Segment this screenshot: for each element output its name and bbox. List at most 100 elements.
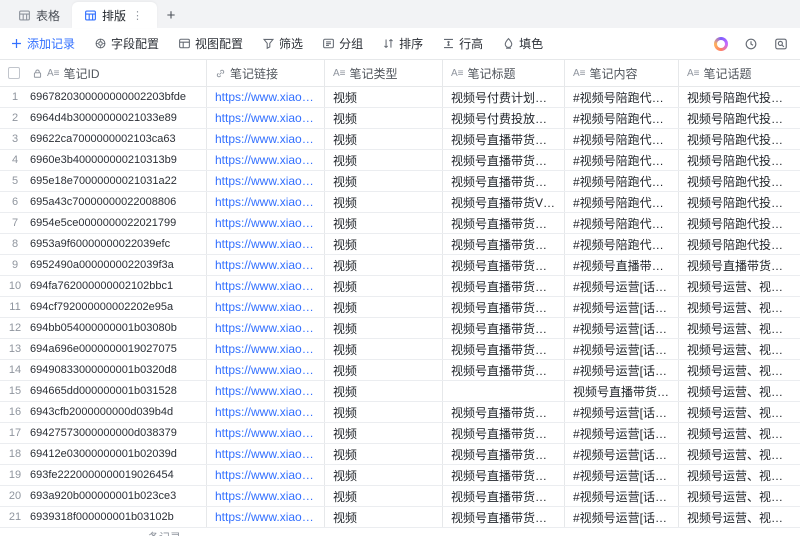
cell-note-link[interactable]: https://www.xiaohongs... — [207, 465, 325, 485]
cell-note-id[interactable]: 7 6954e5ce0000000022021799 — [0, 213, 207, 233]
cell-note-id[interactable]: 19 693fe2220000000019026454 — [0, 465, 207, 485]
cell-note-type[interactable]: 视频 — [325, 171, 443, 191]
cell-note-content[interactable]: #视频号陪跑代投[话题]... — [565, 108, 679, 128]
cell-note-link[interactable]: https://www.xiaohongs... — [207, 276, 325, 296]
column-header-note-id[interactable]: A≡ 笔记ID — [0, 60, 207, 86]
cell-note-type[interactable]: 视频 — [325, 465, 443, 485]
cell-note-title[interactable]: 视频号直播带货老号重... — [443, 507, 565, 527]
cell-note-topic[interactable]: 视频号陪跑代投、视频... — [679, 129, 800, 149]
cell-note-title[interactable]: 视频号直播带货微憋单... — [443, 339, 565, 359]
cell-note-content[interactable]: #视频号运营[话题]# #... — [565, 402, 679, 422]
cell-note-type[interactable]: 视频 — [325, 192, 443, 212]
cell-note-type[interactable]: 视频 — [325, 234, 443, 254]
cell-note-title[interactable]: 视频号直播带货评分很... — [443, 150, 565, 170]
cell-note-id[interactable]: 6 695a43c70000000022008806 — [0, 192, 207, 212]
cell-note-content[interactable]: #视频号直播带货[话题]... — [565, 255, 679, 275]
cell-note-content[interactable]: #视频号运营[话题]# #... — [565, 465, 679, 485]
cell-note-link[interactable]: https://www.xiaohongs... — [207, 150, 325, 170]
cell-note-type[interactable]: 视频 — [325, 318, 443, 338]
cell-note-topic[interactable]: 视频号运营、视频号直... — [679, 507, 800, 527]
cell-note-topic[interactable]: 视频号运营、视频号直... — [679, 360, 800, 380]
cell-note-id[interactable]: 4 6960e3b400000000210313b9 — [0, 150, 207, 170]
cell-note-id[interactable]: 10 694fa762000000002102bbc1 — [0, 276, 207, 296]
cell-note-id[interactable]: 14 69490833000000001b0320d8 — [0, 360, 207, 380]
cell-note-title[interactable]: 视频号直播带货低客单... — [443, 234, 565, 254]
cell-note-id[interactable]: 8 6953a9f60000000022039efc — [0, 234, 207, 254]
column-header-note-title[interactable]: A≡ 笔记标题 — [443, 60, 565, 86]
cell-note-title[interactable]: 视频号直播带货个位数... — [443, 360, 565, 380]
cell-note-topic[interactable]: 视频号运营、视频号直... — [679, 465, 800, 485]
cell-note-type[interactable]: 视频 — [325, 150, 443, 170]
cell-note-topic[interactable]: 视频号运营、视频号直... — [679, 276, 800, 296]
cell-note-link[interactable]: https://www.xiaohongs... — [207, 423, 325, 443]
cell-note-content[interactable]: #视频号运营[话题]# #... — [565, 339, 679, 359]
cell-note-type[interactable]: 视频 — [325, 507, 443, 527]
cell-note-topic[interactable]: 视频号运营、视频号直... — [679, 381, 800, 401]
select-all-checkbox[interactable] — [8, 67, 20, 79]
cell-note-id[interactable]: 9 6952490a0000000022039f3a — [0, 255, 207, 275]
ai-assistant-icon[interactable] — [714, 36, 728, 51]
cell-note-title[interactable]: 视频号直播带货憋单和... — [443, 486, 565, 506]
fill-color-button[interactable]: 填色 — [502, 35, 543, 52]
cell-note-title[interactable]: 视频号直播带货直播间... — [443, 318, 565, 338]
cell-note-title[interactable]: 视频号付费计划测出价 — [443, 87, 565, 107]
cell-note-topic[interactable]: 视频号运营、视频号直... — [679, 339, 800, 359]
cell-note-title[interactable]: 视频号直播带货付费不... — [443, 213, 565, 233]
cell-note-content[interactable]: #视频号陪跑代投[话题]... — [565, 129, 679, 149]
cell-note-id[interactable]: 16 6943cfb2000000000d039b4d — [0, 402, 207, 422]
cell-note-title[interactable]: 视频号直播带货起号如... — [443, 423, 565, 443]
cell-note-id[interactable]: 2 6964d4b30000000021033e89 — [0, 108, 207, 128]
cell-note-topic[interactable]: 视频号直播带货、视频... — [679, 255, 800, 275]
cell-note-link[interactable]: https://www.xiaohongs... — [207, 360, 325, 380]
cell-note-title[interactable]: 视频号直播带货付费撬... — [443, 297, 565, 317]
cell-note-link[interactable]: https://www.xiaohongs... — [207, 444, 325, 464]
tab-table[interactable]: 表格 — [6, 2, 72, 28]
cell-note-content[interactable]: #视频号运营[话题]# #... — [565, 276, 679, 296]
cell-note-type[interactable]: 视频 — [325, 255, 443, 275]
tab-layout[interactable]: 排版 ⋮ — [72, 2, 158, 28]
cell-note-title[interactable]: 视频号直播带货憋单憋... — [443, 402, 565, 422]
sort-button[interactable]: 排序 — [382, 35, 423, 52]
cell-note-title[interactable]: 视频号直播带货如何快... — [443, 444, 565, 464]
cell-note-topic[interactable]: 视频号陪跑代投、视频... — [679, 171, 800, 191]
cell-note-link[interactable]: https://www.xiaohongs... — [207, 255, 325, 275]
cell-note-id[interactable]: 13 694a696e0000000019027075 — [0, 339, 207, 359]
cell-note-type[interactable]: 视频 — [325, 339, 443, 359]
group-button[interactable]: 分组 — [322, 35, 363, 52]
cell-note-link[interactable]: https://www.xiaohongs... — [207, 129, 325, 149]
cell-note-link[interactable]: https://www.xiaohongs... — [207, 192, 325, 212]
field-config-button[interactable]: 字段配置 — [94, 35, 159, 52]
view-config-button[interactable]: 视图配置 — [178, 35, 243, 52]
cell-note-type[interactable]: 视频 — [325, 402, 443, 422]
cell-note-link[interactable]: https://www.xiaohongs... — [207, 108, 325, 128]
cell-note-link[interactable]: https://www.xiaohongs... — [207, 234, 325, 254]
column-header-note-type[interactable]: A≡ 笔记类型 — [325, 60, 443, 86]
cell-note-link[interactable]: https://www.xiaohongs... — [207, 318, 325, 338]
search-button[interactable] — [774, 37, 788, 51]
cell-note-id[interactable]: 5 695e18e70000000021031a22 — [0, 171, 207, 191]
cell-note-link[interactable]: https://www.xiaohongs... — [207, 297, 325, 317]
column-header-note-content[interactable]: A≡ 笔记内容 — [565, 60, 679, 86]
column-header-note-link[interactable]: 笔记链接 — [207, 60, 325, 86]
cell-note-content[interactable]: #视频号运营[话题]# #... — [565, 318, 679, 338]
cell-note-type[interactable]: 视频 — [325, 444, 443, 464]
cell-note-content[interactable]: #视频号陪跑代投[话题]... — [565, 87, 679, 107]
cell-note-content[interactable]: #视频号陪跑代投[话题]... — [565, 192, 679, 212]
cell-note-content[interactable]: #视频号运营[话题]# #... — [565, 423, 679, 443]
cell-note-type[interactable]: 视频 — [325, 486, 443, 506]
cell-note-id[interactable]: 3 69622ca7000000002103ca63 — [0, 129, 207, 149]
cell-note-title[interactable]: 视频号直播带货V3数据... — [443, 192, 565, 212]
cell-note-topic[interactable]: 视频号运营、视频号直... — [679, 402, 800, 422]
cell-note-topic[interactable]: 视频号运营、视频号直... — [679, 297, 800, 317]
cell-note-type[interactable]: 视频 — [325, 360, 443, 380]
cell-note-content[interactable]: #视频号运营[话题]# #... — [565, 444, 679, 464]
cell-note-title[interactable]: 视频号付费投放计划的... — [443, 108, 565, 128]
cell-note-topic[interactable]: 视频号陪跑代投、视频... — [679, 108, 800, 128]
cell-note-type[interactable]: 视频 — [325, 297, 443, 317]
cell-note-id[interactable]: 21 6939318f000000001b03102b — [0, 507, 207, 527]
cell-note-content[interactable]: #视频号陪跑代投[话题]... — [565, 213, 679, 233]
cell-note-type[interactable]: 视频 — [325, 108, 443, 128]
cell-note-link[interactable]: https://www.xiaohongs... — [207, 339, 325, 359]
cell-note-content[interactable]: #视频号运营[话题]# #... — [565, 486, 679, 506]
history-button[interactable] — [744, 37, 758, 51]
